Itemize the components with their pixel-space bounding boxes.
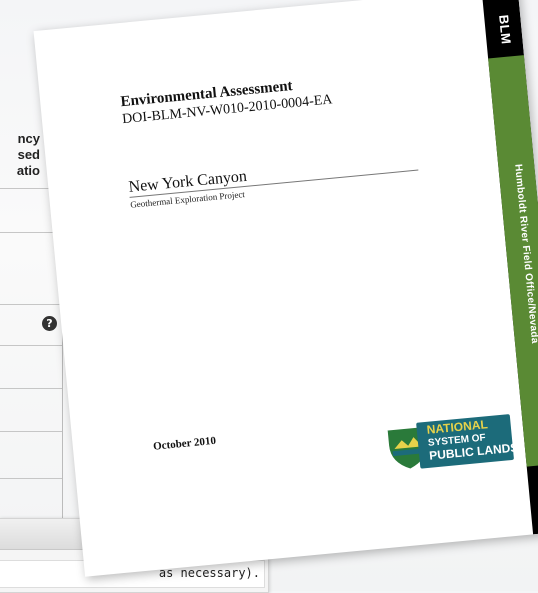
header-fragment-1: ncy	[17, 131, 40, 146]
header-fragment-2: sed	[17, 147, 40, 162]
table-row-divider	[0, 431, 62, 432]
background-column-header: ncy sed atio	[0, 131, 40, 179]
help-badge-icon[interactable]: ?	[42, 316, 57, 331]
band-label: BLM	[496, 14, 514, 46]
document-date: October 2010	[152, 434, 217, 453]
table-row-divider	[0, 345, 62, 346]
table-row-divider	[0, 304, 62, 305]
table-row-divider	[0, 388, 62, 389]
document-cover[interactable]: BLM Humboldt River Field Office/Nevada E…	[33, 0, 538, 577]
table-row-divider	[0, 478, 62, 479]
public-lands-logo: NATIONAL SYSTEM OF PUBLIC LANDS	[381, 406, 519, 482]
header-fragment-3: atio	[16, 163, 40, 178]
